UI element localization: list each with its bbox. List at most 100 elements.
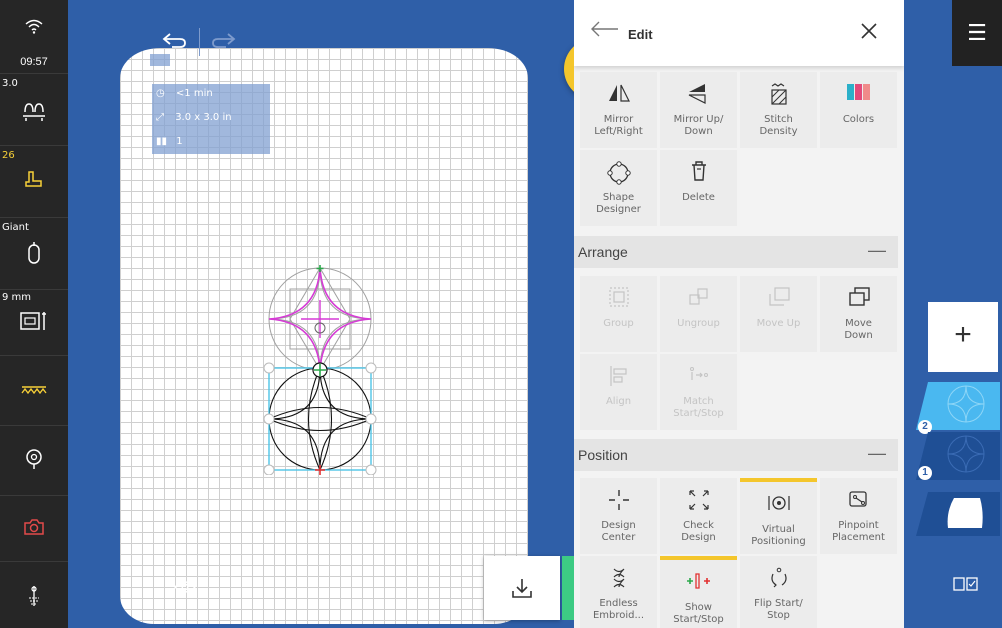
export-button[interactable] <box>484 556 560 620</box>
fabric-layer-thumbnail[interactable] <box>914 490 1002 538</box>
pinpoint-placement-button[interactable]: Pinpoint Placement <box>820 478 897 554</box>
design-size-value: 3.0 x 3.0 in <box>175 112 232 123</box>
thread-spool-icon <box>0 584 68 613</box>
panel-title: Edit <box>628 27 653 42</box>
embroidery-canvas[interactable]: ◷ <1 min ⤢ 3.0 x 3.0 in ▮▮ 1 <box>68 0 574 628</box>
embroidery-design[interactable] <box>263 260 378 475</box>
left-status-bar: 09:57 3.0 26 Giant 9 mm <box>0 0 68 628</box>
add-design-button[interactable]: + <box>928 302 998 372</box>
go-to-stitch-button[interactable] <box>562 556 574 620</box>
edit-fab-button[interactable] <box>564 38 574 100</box>
tile-label: Group <box>603 318 634 329</box>
tile-label: Align <box>605 396 632 407</box>
layout-toggle-button[interactable] <box>952 576 980 597</box>
stitch-time-value: <1 min <box>175 88 213 99</box>
tile-label: Move Up <box>756 318 801 329</box>
align-button[interactable]: Align <box>580 354 657 430</box>
color-count-row: ▮▮ 1 <box>156 136 183 147</box>
arrange-section-header[interactable]: Arrange — <box>574 236 898 268</box>
design-center-button[interactable]: Design Center <box>580 478 657 554</box>
collapse-icon[interactable]: — <box>868 240 886 261</box>
hoop-value: Giant <box>2 222 29 233</box>
undo-button[interactable] <box>162 30 188 56</box>
location-pin-icon <box>0 448 68 475</box>
design-1 <box>268 367 373 472</box>
virtual-positioning-button[interactable]: Virtual Positioning <box>740 478 817 554</box>
edit-panel-header: Edit <box>574 0 904 66</box>
redo-button[interactable] <box>210 30 236 56</box>
tile-label: Mirror Left/Right <box>594 114 643 137</box>
mirror-left-right-button[interactable]: Mirror Left/Right <box>580 72 657 148</box>
colors-icon <box>820 82 897 108</box>
presser-foot-setting[interactable]: 26 <box>0 146 68 218</box>
tile-label: Stitch Density <box>759 114 798 137</box>
check-design-button[interactable]: Check Design <box>660 478 737 554</box>
move-down-button[interactable]: Move Down <box>820 276 897 352</box>
endless-embroidery-icon <box>580 566 657 596</box>
mirror-left-right-icon <box>580 82 657 110</box>
delete-button[interactable]: Delete <box>660 150 737 226</box>
shape-designer-icon <box>580 160 657 192</box>
color-count-value: 1 <box>176 136 183 147</box>
location-setting[interactable] <box>0 426 68 496</box>
stitch-type-setting[interactable] <box>0 356 68 426</box>
section-title: Arrange <box>578 244 628 260</box>
needle-value: 9 mm <box>2 292 32 303</box>
hamburger-menu-button[interactable]: ☰ <box>952 0 1002 66</box>
collapse-icon[interactable]: — <box>868 443 886 464</box>
tile-label: Flip Start/ Stop <box>754 598 803 621</box>
tile-label: Design Center <box>601 520 636 543</box>
position-section-header[interactable]: Position — <box>574 439 898 471</box>
hoop-setting[interactable]: Giant <box>0 218 68 290</box>
edit-panel: Edit Mirror Left/Right Mirror Up/ Down S… <box>574 0 904 628</box>
stitch-length-setting[interactable]: 3.0 <box>0 74 68 146</box>
resize-handle-bottom-left <box>263 464 275 475</box>
design-size-row: ⤢ 3.0 x 3.0 in <box>156 112 232 123</box>
flip-start-stop-button[interactable]: Flip Start/ Stop <box>740 556 817 628</box>
group-button[interactable]: Group <box>580 276 657 352</box>
color-bars-icon: ▮▮ <box>156 136 168 147</box>
tile-label: Delete <box>682 192 715 203</box>
shape-designer-button[interactable]: Shape Designer <box>580 150 657 226</box>
close-icon[interactable] <box>860 20 878 46</box>
zigzag-stitch-icon <box>0 380 68 401</box>
align-icon <box>580 364 657 394</box>
presser-foot-icon <box>0 170 68 195</box>
tile-label: Mirror Up/ Down <box>673 114 724 137</box>
tile-label: Pinpoint Placement <box>832 520 885 543</box>
camera-button[interactable] <box>0 496 68 562</box>
resize-handle-top-right <box>365 362 377 374</box>
camera-icon <box>0 518 68 541</box>
virtual-positioning-icon <box>740 492 817 520</box>
move-up-icon <box>740 286 817 314</box>
needle-plate-icon <box>0 310 68 337</box>
bobbin-thread-button[interactable] <box>0 562 68 628</box>
undo-redo-divider <box>199 28 200 56</box>
stitch-density-button[interactable]: Stitch Density <box>740 72 817 148</box>
layer-1-badge: 1 <box>918 466 932 480</box>
redo-icon <box>212 33 236 48</box>
match-start-stop-icon <box>660 364 737 392</box>
show-start-stop-button[interactable]: Show Start/Stop <box>660 556 737 628</box>
needle-setting[interactable]: 9 mm <box>0 290 68 356</box>
plus-icon: + <box>954 318 972 351</box>
endless-embroidery-button[interactable]: Endless Embroid... <box>580 556 657 628</box>
mirror-up-down-button[interactable]: Mirror Up/ Down <box>660 72 737 148</box>
colors-button[interactable]: Colors <box>820 72 897 148</box>
tile-label: Check Design <box>681 520 716 543</box>
back-arrow-icon[interactable] <box>590 18 620 46</box>
wifi-status[interactable]: 09:57 <box>0 0 68 74</box>
show-start-stop-icon <box>660 570 737 598</box>
eye-icon[interactable] <box>173 578 197 599</box>
section-title: Position <box>578 447 628 463</box>
tile-label: Colors <box>842 114 875 125</box>
layout-grid-icon <box>953 577 978 591</box>
tile-label: Match Start/Stop <box>673 396 724 419</box>
tile-label: Show Start/Stop <box>673 602 724 625</box>
hoop-icon <box>0 242 68 271</box>
match-start-stop-button[interactable]: Match Start/Stop <box>660 354 737 430</box>
move-up-button[interactable]: Move Up <box>740 276 817 352</box>
ungroup-button[interactable]: Ungroup <box>660 276 737 352</box>
wifi-icon <box>0 18 68 39</box>
tile-label: Ungroup <box>677 318 720 329</box>
